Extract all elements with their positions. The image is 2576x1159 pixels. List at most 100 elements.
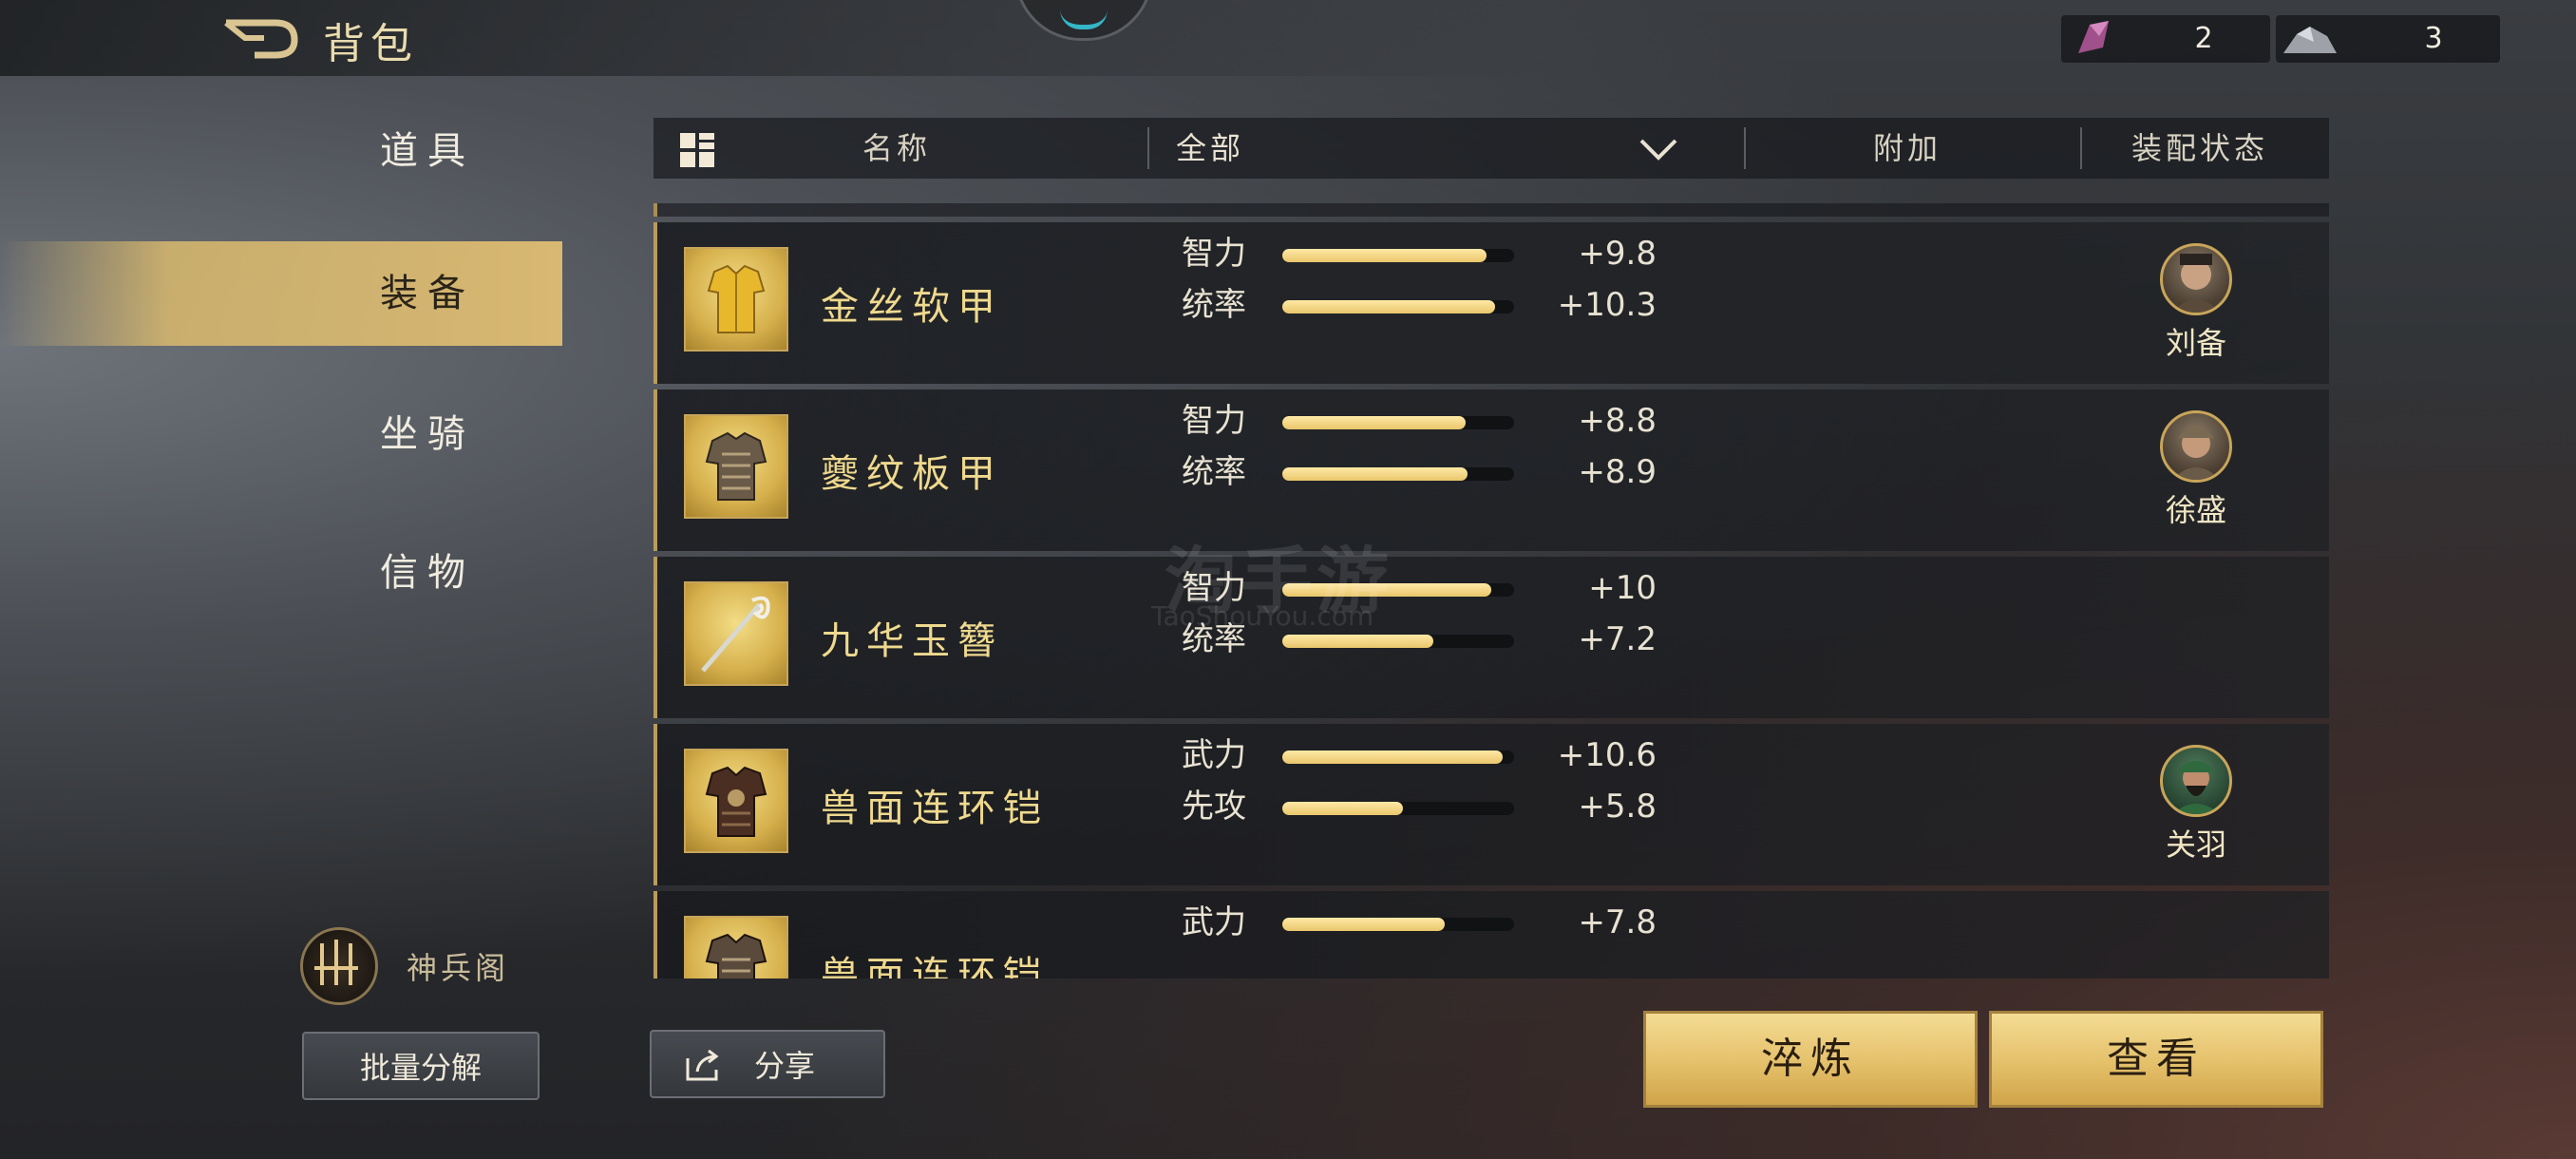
stat-value: +7.2 — [1578, 620, 1657, 658]
currency-ore[interactable]: 3 — [2276, 15, 2500, 63]
currency-crystal[interactable]: 2 — [2061, 15, 2270, 63]
shenbing-pavilion-button[interactable]: 神兵阁 — [300, 927, 557, 1005]
refine-button[interactable]: 淬炼 — [1643, 1011, 1978, 1108]
item-name: 九华玉簪 — [821, 619, 1003, 663]
equipment-list[interactable]: 金丝软甲 智力 +9.8 统率 +10.3 刘备 夔纹板甲 智力 +8.8 统率… — [650, 200, 2329, 978]
stat-name: 统率 — [1182, 453, 1246, 491]
back-arrow-icon — [224, 19, 298, 59]
item-name: 夔纹板甲 — [821, 452, 1003, 496]
stat-row: 先攻 +5.8 — [1182, 783, 1676, 830]
stat-value: +7.8 — [1578, 903, 1657, 941]
stat-bar — [1282, 249, 1514, 262]
hero-name: 徐盛 — [2165, 492, 2226, 528]
stat-name: 智力 — [1182, 402, 1246, 440]
view-button[interactable]: 查看 — [1989, 1011, 2323, 1108]
stat-bar — [1282, 635, 1514, 648]
equipment-row[interactable]: 九华玉簪 智力 +10 统率 +7.2 — [653, 557, 2329, 718]
equipped-hero[interactable]: 徐盛 — [2149, 410, 2244, 534]
back-button[interactable] — [217, 13, 302, 61]
equipment-row[interactable]: 夔纹板甲 智力 +8.8 统率 +8.9 徐盛 — [653, 390, 2329, 551]
chevron-down-icon — [1639, 139, 1677, 161]
list-top-edge — [653, 203, 2329, 217]
batch-decompose-button[interactable]: 批量分解 — [302, 1032, 540, 1100]
stat-bar-fill — [1282, 416, 1466, 429]
nav-item-equipment[interactable]: 装备 — [0, 241, 562, 346]
item-name: 兽面连环铠 — [821, 787, 1049, 830]
stat-value: +8.8 — [1578, 402, 1657, 440]
stat-bar-fill — [1282, 750, 1503, 764]
hero-name: 关羽 — [2165, 826, 2226, 863]
stat-bar-fill — [1282, 467, 1468, 481]
equipment-row[interactable]: 兽面连环铠 武力 +7.8 — [653, 891, 2329, 978]
stat-bar — [1282, 918, 1514, 931]
hero-name: 刘备 — [2165, 325, 2226, 361]
header-divider — [2080, 127, 2082, 169]
stat-bar-fill — [1282, 635, 1433, 648]
table-header: 名称 全部 附加 装配状态 — [653, 118, 2329, 179]
equipped-hero[interactable]: 关羽 — [2149, 745, 2244, 868]
stat-bar-fill — [1282, 300, 1496, 314]
shenbing-label: 神兵阁 — [407, 950, 510, 986]
filter-value: 全部 — [1176, 130, 1245, 166]
weapon-rack-icon — [300, 927, 378, 1005]
stat-row: 统率 +8.9 — [1182, 448, 1676, 496]
nav-item-label: 装备 — [380, 272, 475, 315]
stat-name: 武力 — [1182, 736, 1246, 774]
jade-hairpin-icon — [684, 581, 788, 686]
stat-row: 武力 +10.6 — [1182, 732, 1676, 779]
stat-value: +8.9 — [1578, 453, 1657, 491]
stat-bar-fill — [1282, 249, 1487, 262]
item-name: 兽面连环铠 — [821, 954, 1049, 978]
stat-bar-fill — [1282, 802, 1403, 815]
share-icon — [686, 1049, 719, 1081]
hero-avatar — [2160, 410, 2232, 483]
header-divider — [1744, 127, 1746, 169]
stat-value: +10.3 — [1557, 286, 1657, 324]
stat-row: 统率 +10.3 — [1182, 281, 1676, 329]
stat-value: +9.8 — [1578, 235, 1657, 273]
filter-dropdown[interactable]: 全部 — [1147, 118, 1831, 179]
currency-ore-value: 3 — [2424, 22, 2443, 55]
hero-avatar — [2160, 745, 2232, 817]
nav-item-label: 坐骑 — [380, 412, 475, 456]
stat-value: +10.6 — [1557, 736, 1657, 774]
nav-item-mounts[interactable]: 坐骑 — [0, 382, 562, 486]
purple-crystal-icon — [2078, 21, 2109, 53]
stat-row: 武力 +7.8 — [1182, 899, 1676, 946]
golden-soft-armor-icon — [684, 247, 788, 352]
equipped-hero[interactable]: 刘备 — [2149, 243, 2244, 367]
header-name[interactable]: 名称 — [862, 118, 931, 179]
nav-item-label: 道具 — [380, 129, 475, 173]
stat-value: +5.8 — [1578, 788, 1657, 826]
stat-name: 先攻 — [1182, 788, 1246, 826]
stat-bar — [1282, 416, 1514, 429]
chain-armor-icon — [684, 749, 788, 853]
stat-bar — [1282, 467, 1514, 481]
equipment-row[interactable]: 兽面连环铠 武力 +10.6 先攻 +5.8 关羽 — [653, 724, 2329, 885]
currency-crystal-value: 2 — [2194, 22, 2213, 55]
stat-name: 统率 — [1182, 286, 1246, 324]
item-name: 金丝软甲 — [821, 285, 1003, 329]
header-equip-status: 装配状态 — [2131, 130, 2269, 166]
page-title: 背包 — [323, 20, 418, 68]
stat-bar — [1282, 300, 1514, 314]
watermark-sub: TaoShouYou.com — [1151, 600, 1374, 632]
nav-item-label: 信物 — [380, 551, 475, 595]
stat-row: 智力 +8.8 — [1182, 397, 1676, 445]
stat-row: 智力 +9.8 — [1182, 230, 1676, 277]
chain-armor-icon — [684, 916, 788, 978]
share-button[interactable]: 分享 — [650, 1030, 885, 1098]
stat-bar-fill — [1282, 918, 1445, 931]
stat-value: +10 — [1588, 569, 1657, 607]
nav-item-tokens[interactable]: 信物 — [0, 521, 562, 625]
plate-armor-icon — [684, 414, 788, 519]
stat-name: 武力 — [1182, 903, 1246, 941]
equipment-row[interactable]: 金丝软甲 智力 +9.8 统率 +10.3 刘备 — [653, 222, 2329, 384]
share-label: 分享 — [754, 1048, 816, 1084]
hero-avatar — [2160, 243, 2232, 315]
grid-view-icon[interactable] — [678, 131, 716, 169]
stat-bar — [1282, 750, 1514, 764]
nav-item-items[interactable]: 道具 — [0, 99, 562, 203]
stat-name: 智力 — [1182, 235, 1246, 273]
silver-ore-icon — [2283, 27, 2337, 53]
